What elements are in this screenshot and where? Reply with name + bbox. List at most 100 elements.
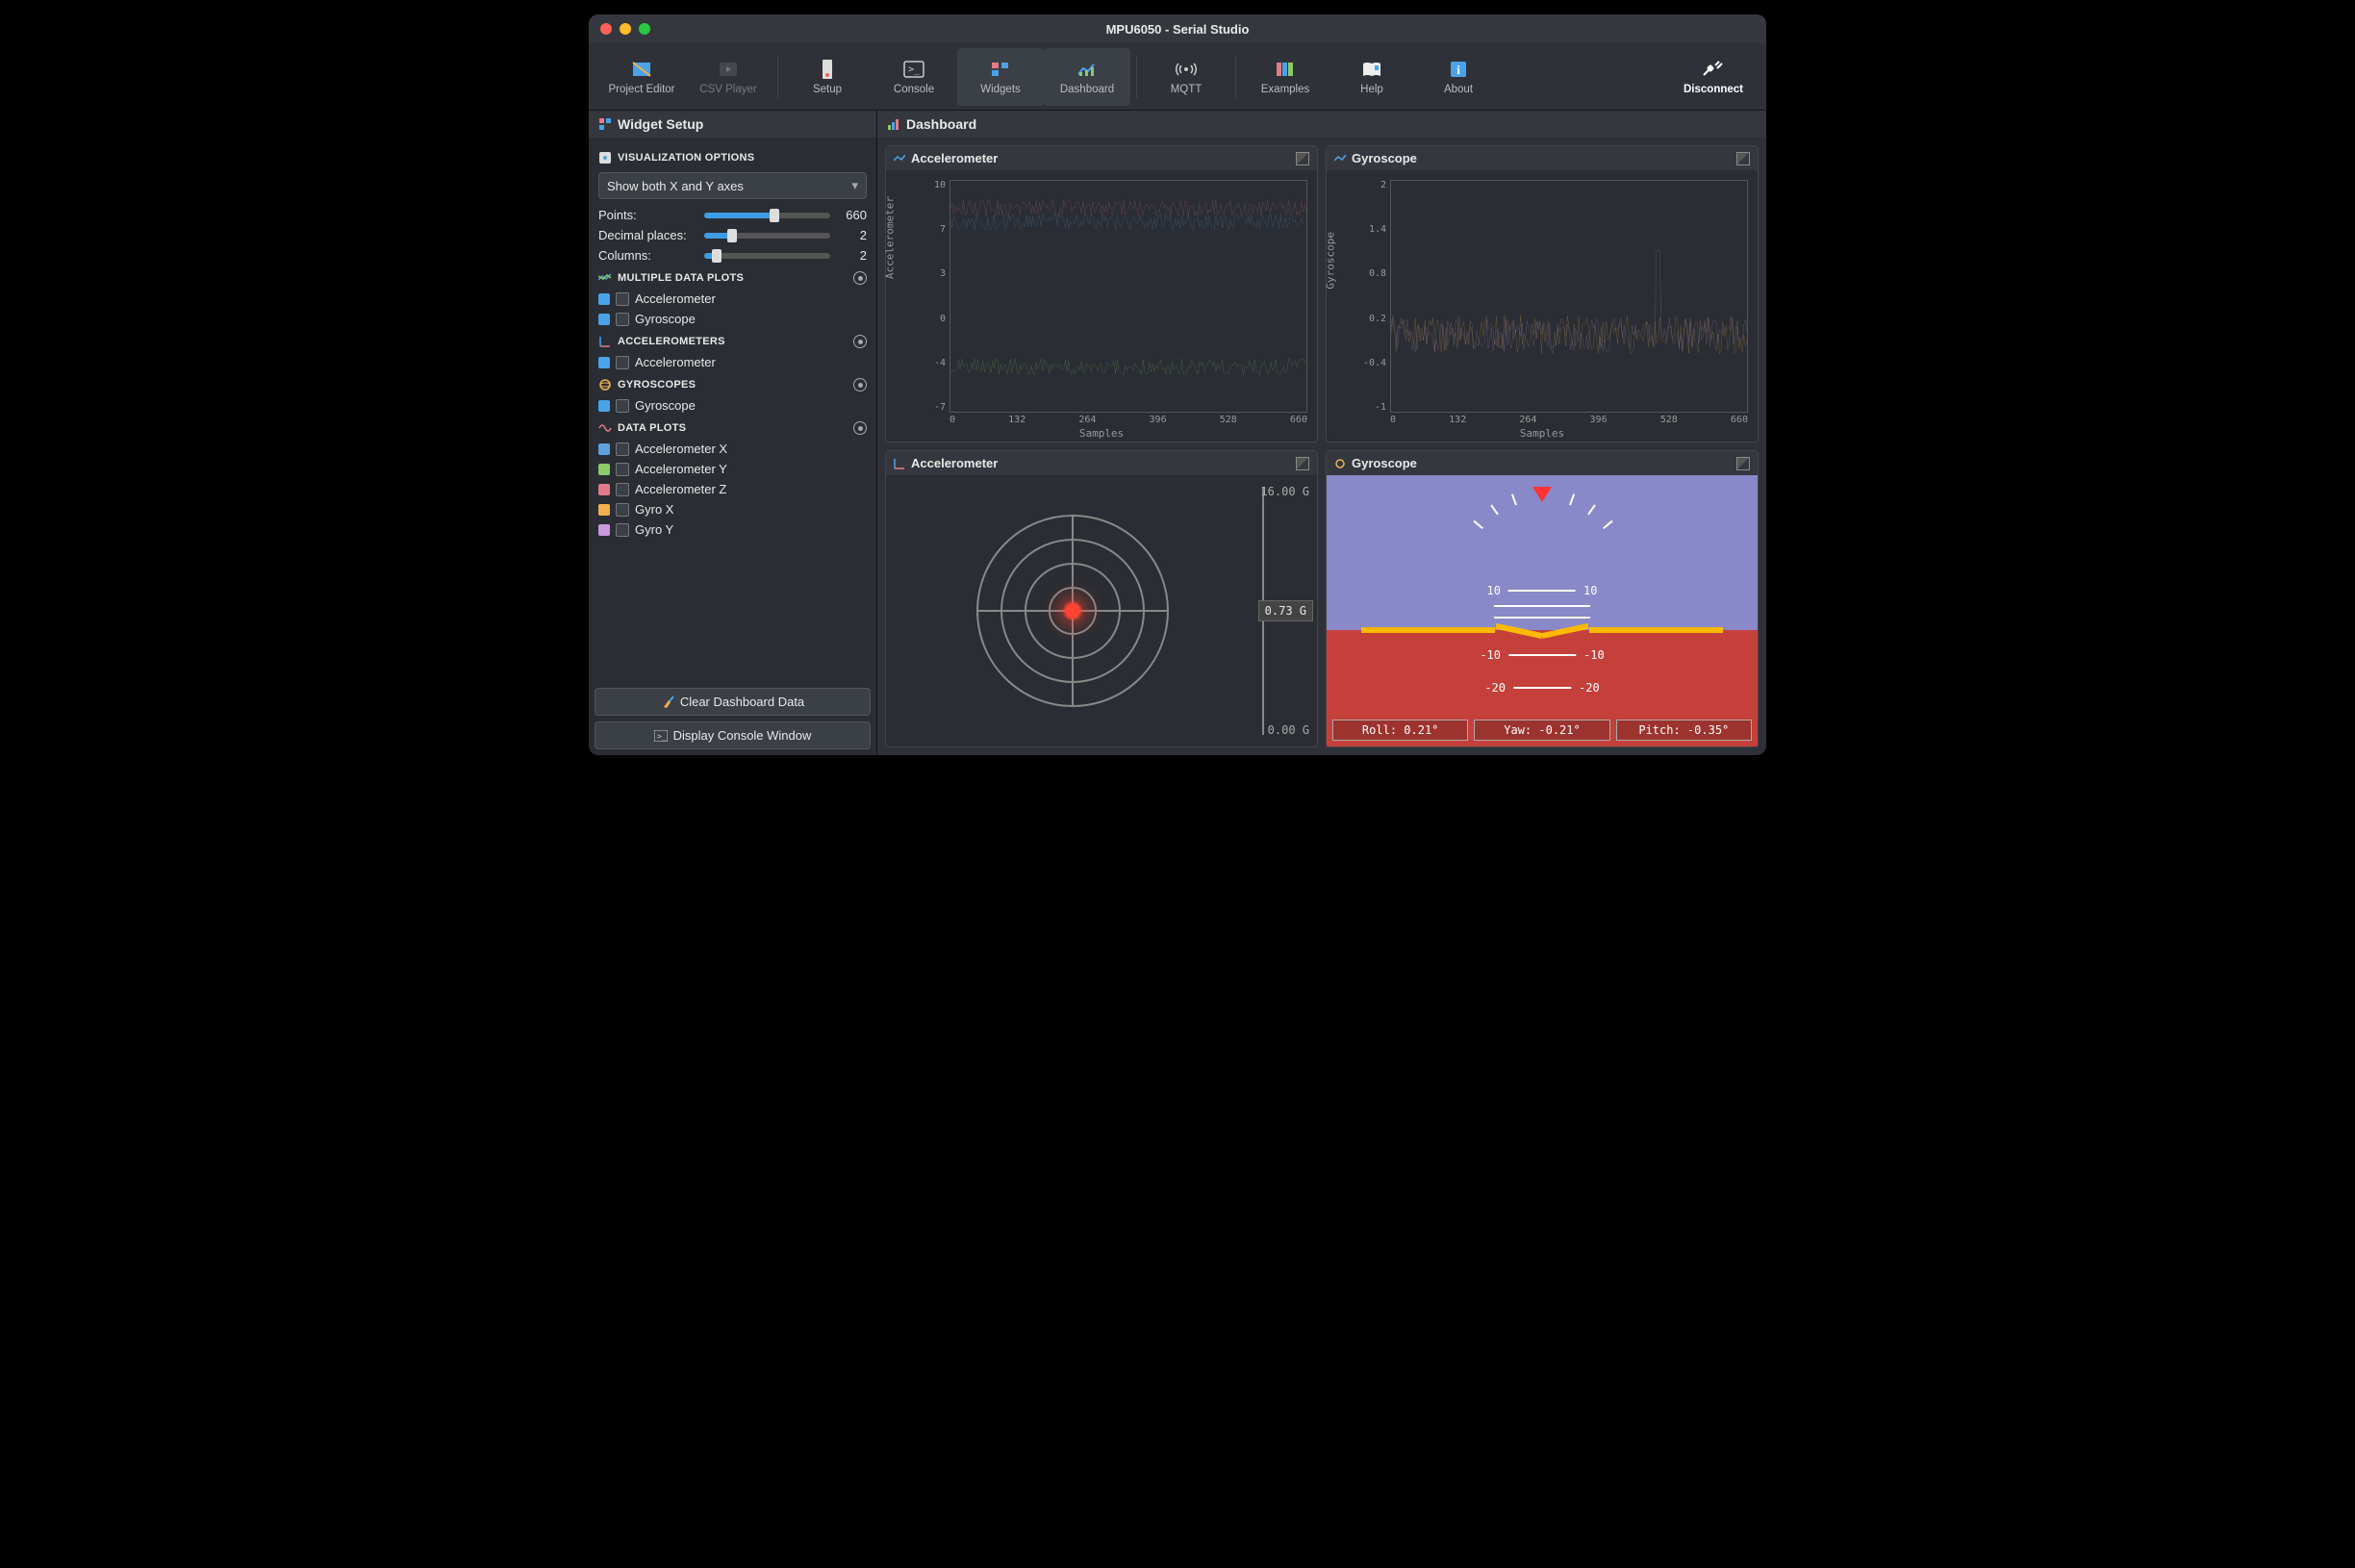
axes-icon [894, 458, 905, 469]
sidebar: Widget Setup VISUALIZATION OPTIONS Show … [589, 111, 877, 755]
y-ticks: 21.40.80.2-0.4-1 [1363, 180, 1386, 413]
points-slider-row: Points: 660 [589, 205, 876, 225]
visibility-toggle-icon[interactable] [853, 335, 867, 348]
project-editor-button[interactable]: Project Editor [598, 48, 685, 106]
columns-slider[interactable] [704, 253, 830, 259]
checkbox[interactable] [616, 523, 629, 537]
pitch-mark: 1010 [1487, 584, 1598, 597]
list-item[interactable]: Gyro Y [589, 519, 876, 540]
data-plots-header: DATA PLOTS [589, 416, 876, 439]
setup-button[interactable]: Setup [784, 48, 871, 106]
sidebar-scroll[interactable]: VISUALIZATION OPTIONS Show both X and Y … [589, 138, 876, 682]
axis-mode-dropdown[interactable]: Show both X and Y axes [598, 172, 867, 199]
csv-player-button[interactable]: CSV Player [685, 48, 772, 106]
separator [1235, 56, 1236, 98]
color-swatch [598, 400, 610, 412]
checkbox[interactable] [616, 503, 629, 517]
checkbox[interactable] [616, 443, 629, 456]
minimize-icon[interactable] [620, 23, 631, 35]
app-window: MPU6050 - Serial Studio Project Editor C… [589, 14, 1766, 755]
svg-text:>_: >_ [908, 64, 921, 75]
accelerometer-plot-card: Accelerometer Accelerometer 10730-4-7 01… [885, 145, 1318, 443]
list-item[interactable]: Gyroscope [589, 309, 876, 329]
multi-plots-header: MULTIPLE DATA PLOTS [589, 266, 876, 289]
gyro-lineplot: Gyroscope 21.40.80.2-0.4-1 0132264396528… [1327, 170, 1758, 442]
server-icon [815, 59, 840, 80]
viz-options-header: VISUALIZATION OPTIONS [589, 145, 876, 168]
list-item[interactable]: Accelerometer [589, 352, 876, 372]
broadcast-icon [1174, 59, 1199, 80]
examples-button[interactable]: Examples [1242, 48, 1329, 106]
content: Widget Setup VISUALIZATION OPTIONS Show … [589, 111, 1766, 755]
expand-icon[interactable] [1736, 457, 1750, 470]
dashboard-button[interactable]: Dashboard [1044, 48, 1130, 106]
visibility-toggle-icon[interactable] [853, 271, 867, 285]
list-item[interactable]: Accelerometer [589, 289, 876, 309]
expand-icon[interactable] [1296, 152, 1309, 165]
expand-icon[interactable] [1296, 457, 1309, 470]
terminal-icon: >_ [901, 59, 926, 80]
sidebar-buttons: Clear Dashboard Data >_Display Console W… [589, 682, 876, 755]
columns-slider-row: Columns: 2 [589, 245, 876, 266]
svg-text:i: i [1456, 63, 1460, 77]
mqtt-button[interactable]: MQTT [1143, 48, 1229, 106]
checkbox[interactable] [616, 399, 629, 413]
x-ticks: 0132264396528660 [1390, 415, 1748, 426]
checkbox[interactable] [616, 313, 629, 326]
checkbox[interactable] [616, 483, 629, 496]
console-button[interactable]: >_ Console [871, 48, 957, 106]
visibility-toggle-icon[interactable] [853, 378, 867, 392]
gyro-icon [1334, 458, 1346, 469]
card-header: Gyroscope [1327, 451, 1758, 475]
target-rings [976, 515, 1169, 707]
list-item[interactable]: Accelerometer X [589, 439, 876, 459]
display-console-button[interactable]: >_Display Console Window [595, 721, 871, 749]
separator [777, 56, 778, 98]
attitude-horizon-bar [1361, 627, 1723, 633]
terminal-icon: >_ [654, 730, 668, 742]
about-button[interactable]: i About [1415, 48, 1502, 106]
book-icon [1359, 59, 1384, 80]
list-item[interactable]: Gyroscope [589, 395, 876, 416]
zoom-icon[interactable] [639, 23, 650, 35]
x-ticks: 0132264396528660 [950, 415, 1307, 426]
accelerometers-header: ACCELEROMETERS [589, 329, 876, 352]
color-swatch [598, 443, 610, 455]
color-swatch [598, 524, 610, 536]
help-button[interactable]: Help [1329, 48, 1415, 106]
color-swatch [598, 504, 610, 516]
pitch-mark: -10-10 [1480, 648, 1604, 662]
checkbox[interactable] [616, 356, 629, 369]
g-max-label: 16.00 G [1260, 485, 1309, 498]
attitude-indicator: 1010 -10-10 -20-20 Roll: 0.21° Yaw: -0.2… [1327, 475, 1758, 746]
clear-dashboard-button[interactable]: Clear Dashboard Data [595, 688, 871, 716]
decimals-slider[interactable] [704, 233, 830, 239]
color-swatch [598, 484, 610, 495]
card-header: Accelerometer [886, 146, 1317, 170]
radar-target [898, 487, 1248, 735]
lines-icon [894, 154, 905, 164]
expand-icon[interactable] [1736, 152, 1750, 165]
dashboard-header: Dashboard [877, 111, 1766, 138]
gyroscopes-header: GYROSCOPES [589, 372, 876, 395]
color-swatch [598, 357, 610, 368]
close-icon[interactable] [600, 23, 612, 35]
checkbox[interactable] [616, 463, 629, 476]
attitude-readout: Roll: 0.21° Yaw: -0.21° Pitch: -0.35° [1332, 720, 1752, 741]
checkbox[interactable] [616, 292, 629, 306]
g-min-label: 0.00 G [1268, 723, 1309, 737]
visibility-toggle-icon[interactable] [853, 421, 867, 435]
list-item[interactable]: Accelerometer Y [589, 459, 876, 479]
main: Dashboard Accelerometer Accelerometer 10… [877, 111, 1766, 755]
card-header: Accelerometer [886, 451, 1317, 475]
svg-text:>_: >_ [657, 732, 667, 741]
widgets-icon [598, 117, 612, 131]
list-item[interactable]: Gyro X [589, 499, 876, 519]
widgets-button[interactable]: Widgets [957, 48, 1044, 106]
points-slider[interactable] [704, 213, 830, 218]
gear-icon [598, 151, 612, 164]
axes-icon [598, 335, 612, 348]
list-item[interactable]: Accelerometer Z [589, 479, 876, 499]
disconnect-button[interactable]: Disconnect [1670, 48, 1757, 106]
plug-icon [1701, 59, 1726, 80]
